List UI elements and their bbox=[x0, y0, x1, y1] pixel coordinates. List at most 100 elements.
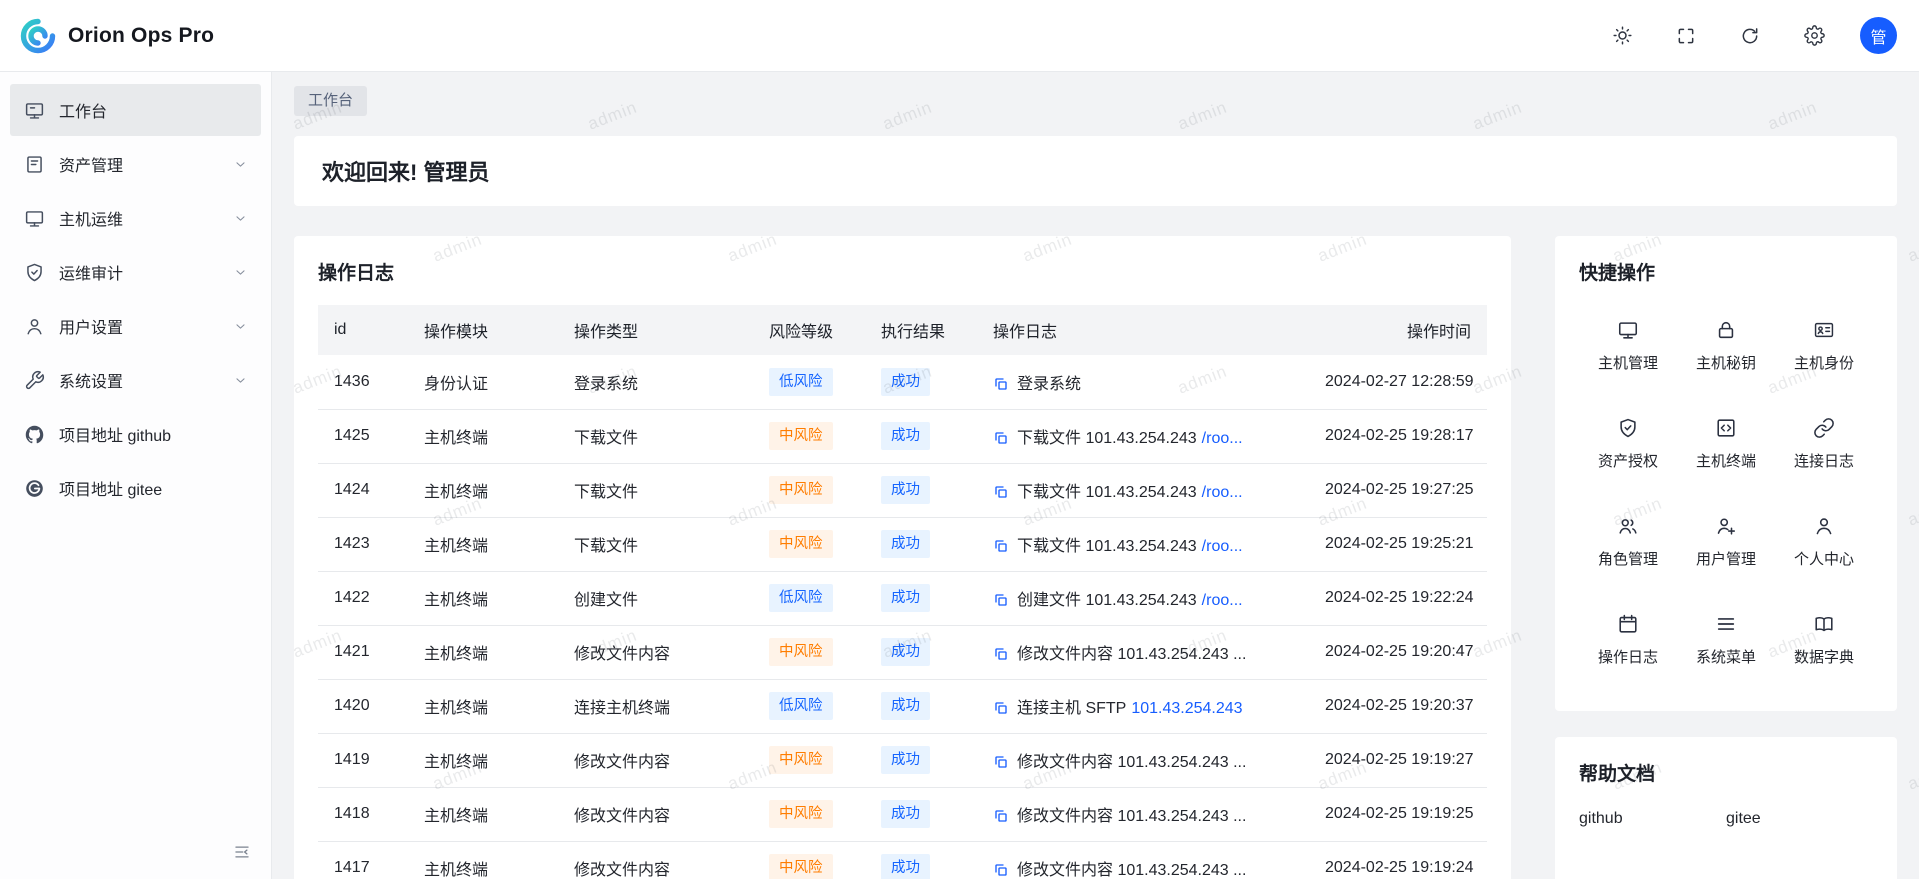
cell-risk: 低风险 bbox=[753, 679, 865, 733]
sidebar-item-gitee[interactable]: 项目地址 gitee bbox=[10, 462, 261, 514]
log-link[interactable]: /roo... bbox=[1202, 592, 1243, 609]
risk-badge: 中风险 bbox=[769, 476, 833, 504]
settings-icon[interactable] bbox=[1796, 18, 1832, 54]
column-header-type: 操作类型 bbox=[558, 305, 753, 355]
column-header-risk: 风险等级 bbox=[753, 305, 865, 355]
log-link[interactable]: /roo... bbox=[1202, 538, 1243, 555]
monitor-icon bbox=[1617, 319, 1639, 341]
cell-module: 主机终端 bbox=[408, 733, 558, 787]
copy-icon[interactable] bbox=[993, 862, 1009, 878]
cell-module: 身份认证 bbox=[408, 355, 558, 409]
cell-result: 成功 bbox=[865, 355, 977, 409]
quick-action-data-dictionary[interactable]: 数据字典 bbox=[1775, 591, 1873, 689]
table-row: 1436 身份认证 登录系统 低风险 成功 登录系统 2024-02-27 12… bbox=[318, 355, 1487, 409]
log-link[interactable]: /roo... bbox=[1202, 484, 1243, 501]
log-text: 修改文件内容 101.43.254.243 ... bbox=[1017, 754, 1246, 771]
table-row: 1425 主机终端 下载文件 中风险 成功 下载文件 101.43.254.24… bbox=[318, 409, 1487, 463]
quick-action-profile[interactable]: 个人中心 bbox=[1775, 493, 1873, 591]
table-row: 1422 主机终端 创建文件 低风险 成功 创建文件 101.43.254.24… bbox=[318, 571, 1487, 625]
log-text: 下载文件 101.43.254.243 bbox=[1017, 484, 1197, 501]
copy-icon[interactable] bbox=[993, 484, 1009, 500]
app-shell: 工作台 资产管理 主机运维 bbox=[0, 0, 1919, 879]
risk-badge: 中风险 bbox=[769, 638, 833, 666]
cell-type: 下载文件 bbox=[558, 517, 753, 571]
quick-action-label: 主机管理 bbox=[1598, 352, 1658, 373]
copy-icon[interactable] bbox=[993, 430, 1009, 446]
quick-action-asset-auth[interactable]: 资产授权 bbox=[1579, 395, 1677, 493]
cell-module: 主机终端 bbox=[408, 463, 558, 517]
quick-action-host-identity[interactable]: 主机身份 bbox=[1775, 297, 1873, 395]
breadcrumb: 工作台 bbox=[294, 86, 1897, 116]
quick-action-operation-log[interactable]: 操作日志 bbox=[1579, 591, 1677, 689]
quick-action-label: 操作日志 bbox=[1598, 646, 1658, 667]
cell-module: 主机终端 bbox=[408, 787, 558, 841]
quick-action-label: 连接日志 bbox=[1794, 450, 1854, 471]
cell-log: 修改文件内容 101.43.254.243 ... bbox=[977, 733, 1309, 787]
cell-result: 成功 bbox=[865, 625, 977, 679]
cell-type: 修改文件内容 bbox=[558, 625, 753, 679]
cell-id: 1423 bbox=[318, 517, 408, 571]
cell-module: 主机终端 bbox=[408, 517, 558, 571]
sidebar-item-ops-audit[interactable]: 运维审计 bbox=[10, 246, 261, 298]
app-title: Orion Ops Pro bbox=[68, 24, 214, 48]
risk-badge: 中风险 bbox=[769, 800, 833, 828]
cell-log: 修改文件内容 101.43.254.243 ... bbox=[977, 787, 1309, 841]
log-link[interactable]: /roo... bbox=[1202, 430, 1243, 447]
fullscreen-icon[interactable] bbox=[1668, 18, 1704, 54]
cell-module: 主机终端 bbox=[408, 625, 558, 679]
quick-action-system-menu[interactable]: 系统菜单 bbox=[1677, 591, 1775, 689]
shield-icon bbox=[24, 262, 45, 283]
quick-action-connect-log[interactable]: 连接日志 bbox=[1775, 395, 1873, 493]
sidebar-item-system-settings[interactable]: 系统设置 bbox=[10, 354, 261, 406]
cell-risk: 中风险 bbox=[753, 409, 865, 463]
quick-action-host-manage[interactable]: 主机管理 bbox=[1579, 297, 1677, 395]
result-badge: 成功 bbox=[881, 476, 930, 504]
sidebar-item-workbench[interactable]: 工作台 bbox=[10, 84, 261, 136]
cell-id: 1418 bbox=[318, 787, 408, 841]
quick-actions-grid: 主机管理 主机秘钥 bbox=[1579, 297, 1873, 689]
sidebar-item-github[interactable]: 项目地址 github bbox=[10, 408, 261, 460]
result-badge: 成功 bbox=[881, 422, 930, 450]
log-text: 修改文件内容 101.43.254.243 ... bbox=[1017, 808, 1246, 825]
copy-icon[interactable] bbox=[993, 646, 1009, 662]
operation-log-title: 操作日志 bbox=[318, 258, 1487, 285]
cell-result: 成功 bbox=[865, 733, 977, 787]
cell-log: 修改文件内容 101.43.254.243 ... bbox=[977, 841, 1309, 879]
quick-action-label: 个人中心 bbox=[1794, 548, 1854, 569]
copy-icon[interactable] bbox=[993, 700, 1009, 716]
user-avatar[interactable]: 管 bbox=[1860, 17, 1897, 54]
cell-module: 主机终端 bbox=[408, 841, 558, 879]
user-icon bbox=[24, 316, 45, 337]
quick-action-label: 资产授权 bbox=[1598, 450, 1658, 471]
quick-action-user-manage[interactable]: 用户管理 bbox=[1677, 493, 1775, 591]
help-link-github[interactable]: github bbox=[1579, 810, 1726, 828]
copy-icon[interactable] bbox=[993, 592, 1009, 608]
copy-icon[interactable] bbox=[993, 754, 1009, 770]
help-link-gitee[interactable]: gitee bbox=[1726, 810, 1873, 828]
risk-badge: 中风险 bbox=[769, 530, 833, 558]
risk-badge: 中风险 bbox=[769, 422, 833, 450]
workbench-icon bbox=[24, 100, 45, 121]
refresh-icon[interactable] bbox=[1732, 18, 1768, 54]
sidebar-item-host-operations[interactable]: 主机运维 bbox=[10, 192, 261, 244]
column-header-module: 操作模块 bbox=[408, 305, 558, 355]
sidebar-item-label: 运维审计 bbox=[59, 260, 123, 284]
copy-icon[interactable] bbox=[993, 376, 1009, 392]
quick-action-role-manage[interactable]: 角色管理 bbox=[1579, 493, 1677, 591]
sidebar-item-user-settings[interactable]: 用户设置 bbox=[10, 300, 261, 352]
theme-icon[interactable] bbox=[1604, 18, 1640, 54]
cell-risk: 中风险 bbox=[753, 787, 865, 841]
breadcrumb-tab-workbench[interactable]: 工作台 bbox=[294, 86, 367, 116]
quick-action-host-keys[interactable]: 主机秘钥 bbox=[1677, 297, 1775, 395]
sidebar-item-asset-management[interactable]: 资产管理 bbox=[10, 138, 261, 190]
copy-icon[interactable] bbox=[993, 538, 1009, 554]
user-icon bbox=[1813, 515, 1835, 537]
cell-time: 2024-02-25 19:19:25 bbox=[1309, 787, 1487, 841]
sidebar-collapse-icon[interactable] bbox=[229, 839, 255, 865]
cell-id: 1421 bbox=[318, 625, 408, 679]
copy-icon[interactable] bbox=[993, 808, 1009, 824]
column-header-log: 操作日志 bbox=[977, 305, 1309, 355]
cell-risk: 中风险 bbox=[753, 733, 865, 787]
quick-action-host-terminal[interactable]: 主机终端 bbox=[1677, 395, 1775, 493]
log-link[interactable]: 101.43.254.243 bbox=[1131, 700, 1242, 717]
